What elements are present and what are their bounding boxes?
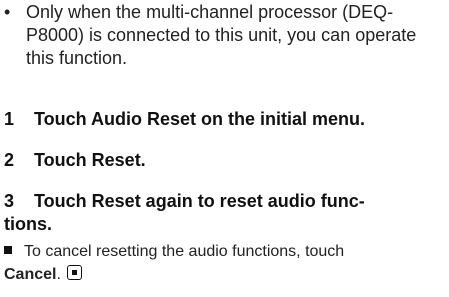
step-2: 2 Touch Reset. — [4, 149, 146, 172]
step-text: Touch Reset. — [34, 150, 146, 170]
step-text-continued: tions. — [4, 214, 52, 234]
square-bullet-icon — [4, 246, 12, 254]
step-text: Touch Reset again to reset audio func- — [34, 191, 365, 211]
step-number: 2 — [4, 150, 15, 170]
end-of-section-icon — [67, 265, 83, 280]
cancel-label: Cancel — [4, 266, 57, 283]
tip-text: To cancel resetting the audio functions,… — [24, 243, 345, 260]
tip-period: . — [56, 266, 61, 283]
cancel-tip: To cancel resetting the audio functions,… — [4, 240, 449, 286]
step-number: 1 — [4, 109, 15, 129]
step-3: 3 Touch Reset again to reset audio func- … — [4, 190, 449, 236]
note-bullet: • — [4, 2, 11, 22]
step-1: 1 Touch Audio Reset on the initial menu. — [4, 108, 365, 131]
step-text: Touch Audio Reset on the initial menu. — [34, 109, 366, 129]
prerequisite-note: • Only when the multi-channel processor … — [4, 1, 444, 70]
note-text: Only when the multi-channel processor (D… — [26, 2, 417, 68]
manual-page: • Only when the multi-channel processor … — [0, 0, 449, 297]
step-number: 3 — [4, 191, 15, 211]
